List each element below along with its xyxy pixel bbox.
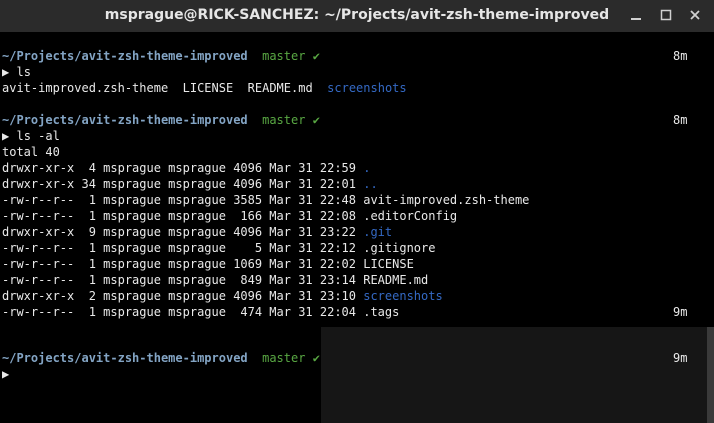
git-branch: master: [262, 49, 306, 63]
file-name: avit-improved.zsh-theme: [363, 193, 530, 207]
command-input-line[interactable]: ▶: [2, 366, 16, 382]
ls-row: drwxr-xr-x 34 msprague msprague 4096 Mar…: [2, 176, 378, 192]
ls-row: -rw-r--r-- 1 msprague msprague 3585 Mar …: [2, 192, 529, 208]
maximize-button[interactable]: [655, 5, 677, 27]
file-name: .gitignore: [363, 241, 436, 255]
file-meta: drwxr-xr-x 9 msprague msprague 4096 Mar …: [2, 225, 364, 239]
file-name: README.md: [247, 81, 313, 95]
file-meta: -rw-r--r-- 1 msprague msprague 474 Mar 3…: [2, 305, 364, 319]
file-meta: drwxr-xr-x 2 msprague msprague 4096 Mar …: [2, 289, 364, 303]
directory-name: .: [363, 161, 371, 175]
prompt-path: ~/Projects/avit-zsh-theme-improved: [2, 113, 248, 127]
terminal-window: msprague@RICK-SANCHEZ: ~/Projects/avit-z…: [0, 0, 714, 423]
command-text: ls: [16, 65, 31, 79]
file-name: .tags: [363, 305, 400, 319]
elapsed-time: 9m: [673, 351, 688, 365]
file-meta: -rw-r--r-- 1 msprague msprague 5 Mar 31 …: [2, 241, 364, 255]
file-name: avit-improved.zsh-theme: [2, 81, 169, 95]
maximize-icon: [660, 9, 672, 21]
close-icon: [690, 10, 700, 20]
minimize-button[interactable]: [625, 5, 647, 27]
file-meta: -rw-r--r-- 1 msprague msprague 1069 Mar …: [2, 257, 364, 271]
terminal-viewport[interactable]: ~/Projects/avit-zsh-theme-improved maste…: [0, 32, 714, 423]
prompt-path: ~/Projects/avit-zsh-theme-improved: [2, 351, 248, 365]
file-meta: drwxr-xr-x 34 msprague msprague 4096 Mar…: [2, 177, 364, 191]
minimize-icon: [631, 18, 641, 20]
command-line: ▶ ls: [2, 64, 31, 80]
ls-row: -rw-r--r-- 1 msprague msprague 849 Mar 3…: [2, 272, 428, 288]
prompt-arrow-icon: ▶: [2, 129, 10, 143]
directory-name: screenshots: [327, 81, 407, 95]
git-clean-check-icon: ✔: [312, 351, 320, 365]
ls-row: -rw-r--r-- 1 msprague msprague 1069 Mar …: [2, 256, 414, 272]
file-meta: -rw-r--r-- 1 msprague msprague 166 Mar 3…: [2, 209, 364, 223]
prompt-arrow-icon: ▶: [2, 367, 10, 381]
command-line: ▶ ls -al: [2, 128, 60, 144]
git-branch: master: [262, 351, 306, 365]
elapsed-time: 8m: [673, 113, 688, 127]
ls-row: drwxr-xr-x 2 msprague msprague 4096 Mar …: [2, 288, 443, 304]
git-branch: master: [262, 113, 306, 127]
file-name: .editorConfig: [363, 209, 458, 223]
background-window-shadow: [321, 327, 714, 423]
close-button[interactable]: [684, 5, 706, 27]
scrollbar[interactable]: [707, 327, 714, 423]
prompt-line: ~/Projects/avit-zsh-theme-improved maste…: [2, 48, 320, 64]
prompt-line: ~/Projects/avit-zsh-theme-improved maste…: [2, 112, 320, 128]
file-meta: drwxr-xr-x 4 msprague msprague 4096 Mar …: [2, 161, 364, 175]
directory-name: screenshots: [363, 289, 443, 303]
ls-output: avit-improved.zsh-theme LICENSE README.m…: [2, 80, 407, 96]
file-name: README.md: [363, 273, 429, 287]
ls-row: -rw-r--r-- 1 msprague msprague 166 Mar 3…: [2, 208, 457, 224]
ls-row: drwxr-xr-x 9 msprague msprague 4096 Mar …: [2, 224, 392, 240]
elapsed-time: 8m: [673, 49, 688, 63]
git-clean-check-icon: ✔: [312, 113, 320, 127]
prompt-line: ~/Projects/avit-zsh-theme-improved maste…: [2, 350, 320, 366]
prompt-path: ~/Projects/avit-zsh-theme-improved: [2, 49, 248, 63]
file-meta: -rw-r--r-- 1 msprague msprague 3585 Mar …: [2, 193, 364, 207]
git-clean-check-icon: ✔: [312, 49, 320, 63]
elapsed-time: 9m: [673, 305, 688, 319]
title-bar[interactable]: msprague@RICK-SANCHEZ: ~/Projects/avit-z…: [0, 0, 714, 32]
prompt-arrow-icon: ▶: [2, 65, 10, 79]
command-text: ls -al: [16, 129, 60, 143]
ls-row: -rw-r--r-- 1 msprague msprague 5 Mar 31 …: [2, 240, 435, 256]
window-title: msprague@RICK-SANCHEZ: ~/Projects/avit-z…: [104, 7, 610, 23]
file-meta: -rw-r--r-- 1 msprague msprague 849 Mar 3…: [2, 273, 364, 287]
file-name: LICENSE: [363, 257, 414, 271]
ls-total: total 40: [2, 145, 60, 159]
directory-name: .git: [363, 225, 393, 239]
ls-row: -rw-r--r-- 1 msprague msprague 474 Mar 3…: [2, 304, 399, 320]
ls-row: drwxr-xr-x 4 msprague msprague 4096 Mar …: [2, 160, 370, 176]
file-name: LICENSE: [182, 81, 234, 95]
directory-name: ..: [363, 177, 378, 191]
